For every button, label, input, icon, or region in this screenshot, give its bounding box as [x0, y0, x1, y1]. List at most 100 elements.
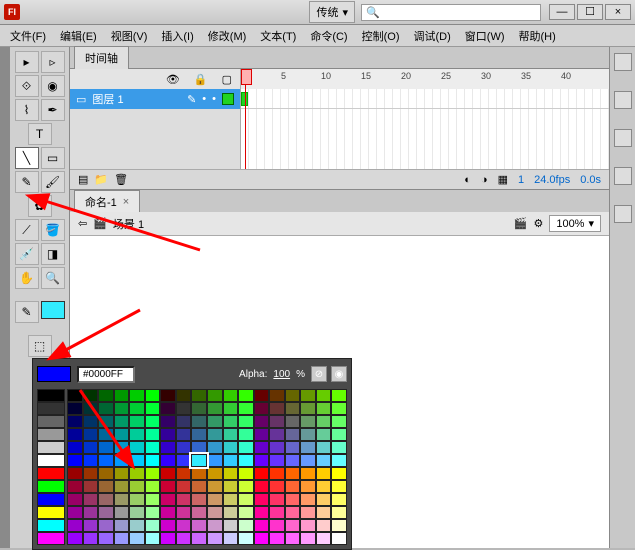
swatch[interactable]: [176, 480, 192, 493]
swatch[interactable]: [98, 532, 114, 545]
close-button[interactable]: ×: [605, 4, 631, 20]
3d-rotation-tool[interactable]: ◉: [41, 75, 65, 97]
swatch[interactable]: [316, 467, 332, 480]
menu-debug[interactable]: 调试(D): [408, 26, 457, 46]
panel-icon-properties[interactable]: [614, 53, 632, 71]
layer-visible-dot[interactable]: •: [202, 93, 206, 105]
swatch[interactable]: [37, 467, 65, 480]
selection-tool[interactable]: ▸: [15, 51, 39, 73]
swatch[interactable]: [37, 415, 65, 428]
minimize-button[interactable]: —: [549, 4, 575, 20]
lock-icon[interactable]: 🔒: [194, 73, 208, 86]
bone-tool[interactable]: ⟋: [15, 219, 39, 241]
swatch[interactable]: [129, 402, 145, 415]
swatch[interactable]: [254, 519, 270, 532]
panel-icon-align[interactable]: [614, 205, 632, 223]
layer-lock-dot[interactable]: •: [212, 93, 216, 105]
swatch[interactable]: [269, 480, 285, 493]
swatch[interactable]: [37, 506, 65, 519]
swatch[interactable]: [238, 441, 254, 454]
swatch[interactable]: [300, 415, 316, 428]
paint-bucket-tool[interactable]: 🪣: [41, 219, 65, 241]
swatch[interactable]: [98, 519, 114, 532]
swatch[interactable]: [300, 428, 316, 441]
swatch[interactable]: [160, 441, 176, 454]
menu-text[interactable]: 文本(T): [254, 26, 302, 46]
swatch[interactable]: [254, 454, 270, 467]
brush-tool[interactable]: 🖌: [41, 171, 65, 193]
swatch[interactable]: [191, 415, 207, 428]
swatch[interactable]: [238, 454, 254, 467]
swatch[interactable]: [98, 415, 114, 428]
swatch[interactable]: [191, 506, 207, 519]
swatch[interactable]: [207, 493, 223, 506]
maximize-button[interactable]: ☐: [577, 4, 603, 20]
edit-scene-icon[interactable]: 🎬: [514, 217, 528, 230]
frames-area[interactable]: [240, 89, 609, 169]
swatch[interactable]: [254, 415, 270, 428]
swatch[interactable]: [300, 441, 316, 454]
swatch[interactable]: [145, 415, 161, 428]
tab-close-button[interactable]: ×: [123, 196, 129, 208]
swatch[interactable]: [191, 519, 207, 532]
swatch[interactable]: [238, 402, 254, 415]
swatch[interactable]: [145, 480, 161, 493]
swatch[interactable]: [300, 480, 316, 493]
zoom-dropdown[interactable]: 100% ▾: [549, 215, 601, 232]
stroke-color-chip[interactable]: [41, 301, 65, 319]
menu-view[interactable]: 视图(V): [105, 26, 154, 46]
swatch[interactable]: [98, 402, 114, 415]
swatch[interactable]: [269, 415, 285, 428]
edit-symbols-icon[interactable]: ⚙: [533, 217, 543, 230]
swatch[interactable]: [176, 415, 192, 428]
swatch[interactable]: [67, 454, 83, 467]
swatch[interactable]: [207, 454, 223, 467]
swatch[interactable]: [316, 506, 332, 519]
swatch[interactable]: [269, 441, 285, 454]
swatch[interactable]: [114, 428, 130, 441]
alpha-value[interactable]: 100: [273, 369, 290, 380]
swatch[interactable]: [67, 441, 83, 454]
swatch[interactable]: [331, 467, 347, 480]
swatch[interactable]: [254, 480, 270, 493]
swatch[interactable]: [191, 467, 207, 480]
swatch[interactable]: [285, 506, 301, 519]
swatch[interactable]: [269, 519, 285, 532]
swatch[interactable]: [98, 428, 114, 441]
menu-window[interactable]: 窗口(W): [459, 26, 511, 46]
swatch[interactable]: [114, 467, 130, 480]
swatch[interactable]: [176, 519, 192, 532]
swatch[interactable]: [37, 493, 65, 506]
swatch[interactable]: [67, 389, 83, 402]
swatch[interactable]: [238, 480, 254, 493]
swatch[interactable]: [316, 428, 332, 441]
swatch[interactable]: [300, 467, 316, 480]
swatch[interactable]: [207, 506, 223, 519]
color-wheel-button[interactable]: ◉: [331, 366, 347, 382]
swatch[interactable]: [331, 519, 347, 532]
pen-tool[interactable]: ✒: [41, 99, 65, 121]
rectangle-tool[interactable]: ▭: [41, 147, 65, 169]
swatch[interactable]: [114, 493, 130, 506]
swatch[interactable]: [254, 493, 270, 506]
swatch[interactable]: [114, 389, 130, 402]
swatch[interactable]: [129, 506, 145, 519]
layer-outline-swatch[interactable]: [222, 93, 234, 105]
swatch[interactable]: [37, 402, 65, 415]
layer-row[interactable]: ▭ 图层 1 ✎ • •: [70, 89, 240, 109]
swatch[interactable]: [254, 402, 270, 415]
swatch[interactable]: [114, 519, 130, 532]
swatch[interactable]: [160, 467, 176, 480]
swatch[interactable]: [285, 532, 301, 545]
swatch[interactable]: [285, 454, 301, 467]
swatch[interactable]: [98, 506, 114, 519]
swatch[interactable]: [285, 402, 301, 415]
back-icon[interactable]: ⇦: [78, 217, 87, 230]
swatch[interactable]: [269, 428, 285, 441]
left-dock-strip[interactable]: [0, 47, 10, 548]
no-color-button[interactable]: ⊘: [311, 366, 327, 382]
menu-commands[interactable]: 命令(C): [304, 26, 353, 46]
swatch[interactable]: [129, 467, 145, 480]
swatch[interactable]: [223, 441, 239, 454]
swatch[interactable]: [145, 467, 161, 480]
